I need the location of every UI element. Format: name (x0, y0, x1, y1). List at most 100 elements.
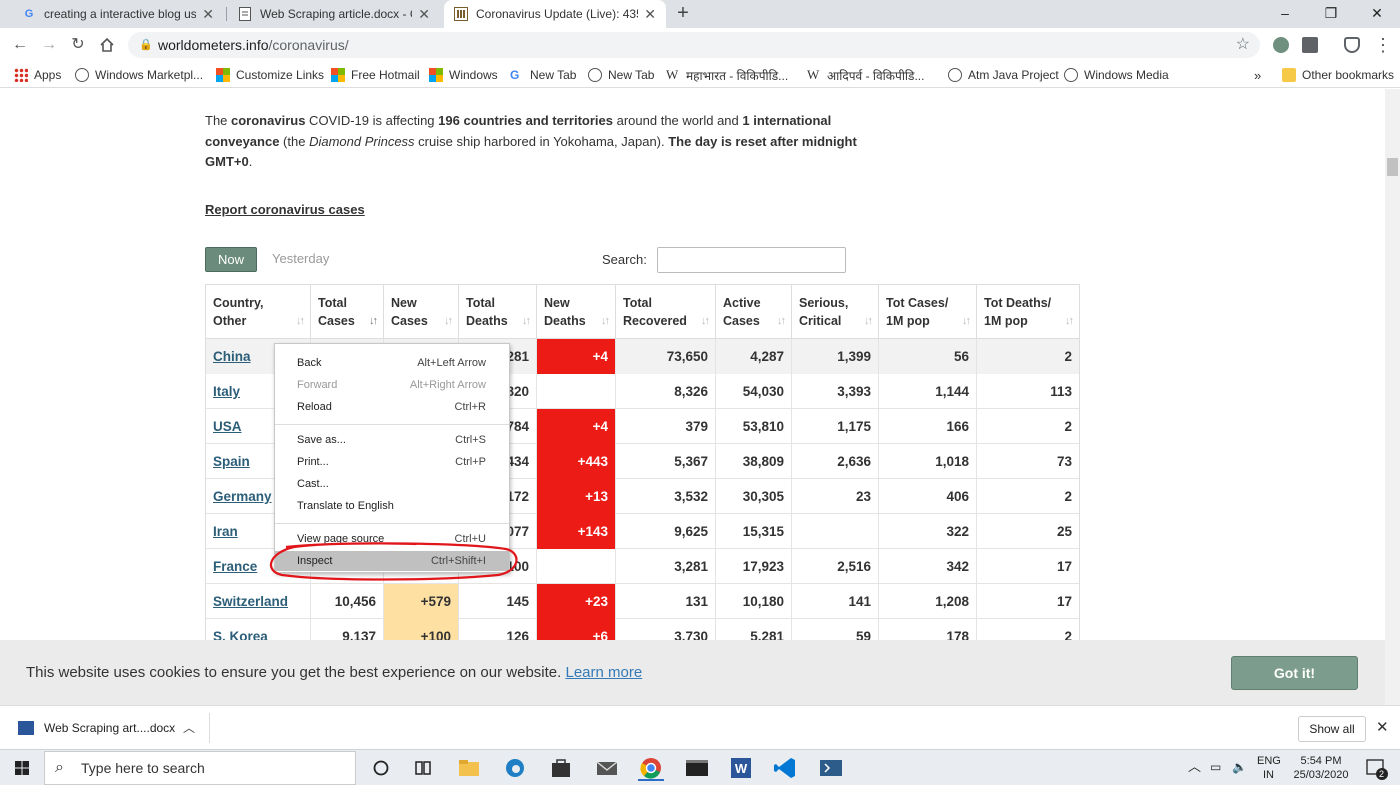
shield-extension-icon[interactable] (1344, 37, 1360, 53)
country-link[interactable]: S. Korea (213, 629, 268, 640)
bookmark-item[interactable]: Atm Java Project (948, 66, 1059, 84)
menu-item-translate-to-english[interactable]: Translate to English (275, 496, 509, 516)
menu-item-print[interactable]: Print... Ctrl+P (275, 452, 509, 472)
now-tab-button[interactable]: Now (205, 247, 257, 272)
tab-blog[interactable]: G creating a interactive blog using ✕ (12, 0, 224, 28)
sort-icon[interactable]: ↓↑ (701, 312, 710, 330)
sort-icon[interactable]: ↓↑ (864, 312, 873, 330)
language-indicator[interactable]: ENG IN (1257, 754, 1281, 782)
page-scrollbar[interactable] (1385, 89, 1400, 705)
yesterday-tab-button[interactable]: Yesterday (272, 251, 329, 266)
cortana-icon[interactable] (368, 755, 394, 781)
menu-item-back[interactable]: Back Alt+Left Arrow (275, 353, 509, 373)
close-tab-icon[interactable]: ✕ (644, 6, 656, 23)
close-window-button[interactable]: ✕ (1354, 0, 1400, 28)
windows-start-icon[interactable] (0, 750, 44, 785)
word-icon[interactable]: W (728, 755, 754, 781)
bookmark-item[interactable]: Windows Media (1064, 66, 1169, 84)
column-header[interactable]: Country, Other ↓↑ (205, 284, 310, 339)
sort-icon[interactable]: ↓↑ (522, 312, 531, 330)
forward-arrow-icon[interactable]: → (38, 34, 60, 56)
mail-icon[interactable] (594, 755, 620, 781)
clock[interactable]: 5:54 PM 25/03/2020 (1290, 754, 1352, 782)
report-cases-link[interactable]: Report coronavirus cases (205, 202, 365, 217)
show-all-button[interactable]: Show all (1298, 716, 1366, 742)
sort-icon[interactable]: ↓↑ (777, 312, 786, 330)
sort-icon[interactable]: ↓↑ (962, 312, 971, 330)
powershell-icon[interactable] (818, 755, 844, 781)
reload-icon[interactable]: ↻ (67, 34, 89, 56)
country-cell[interactable]: Switzerland (205, 584, 310, 619)
bookmark-item[interactable]: New Tab (588, 66, 654, 84)
got-it-button[interactable]: Got it! (1231, 656, 1358, 690)
country-link[interactable]: Switzerland (213, 594, 288, 609)
country-link[interactable]: France (213, 559, 257, 574)
column-header[interactable]: Total Recovered ↓↑ (615, 284, 715, 339)
store-icon[interactable] (548, 755, 574, 781)
tray-overflow-icon[interactable]: ︿ (1188, 760, 1201, 774)
task-view-icon[interactable] (410, 755, 436, 781)
extension-icon[interactable] (1302, 37, 1318, 53)
chevron-up-icon[interactable]: ︿ (183, 713, 195, 743)
column-header[interactable]: Tot Cases/1M pop ↓↑ (878, 284, 976, 339)
bookmark-star-icon[interactable]: ☆ (1236, 32, 1250, 58)
terminal-icon[interactable] (684, 755, 710, 781)
close-tab-icon[interactable]: ✕ (202, 6, 214, 23)
bookmark-apps[interactable]: Apps (14, 66, 61, 84)
country-link[interactable]: Italy (213, 384, 240, 399)
bookmark-item[interactable]: G New Tab (510, 66, 576, 84)
edge-icon[interactable] (502, 755, 528, 781)
menu-item-forward[interactable]: Forward Alt+Right Arrow (275, 375, 509, 395)
menu-item-reload[interactable]: Reload Ctrl+R (275, 397, 509, 417)
back-arrow-icon[interactable]: ← (9, 34, 31, 56)
notification-icon[interactable]: 2 (1362, 754, 1390, 782)
country-link[interactable]: Germany (213, 489, 272, 504)
minimize-button[interactable]: – (1262, 0, 1308, 28)
tab-docs[interactable]: Web Scraping article.docx - Goog ✕ (228, 0, 440, 28)
file-explorer-icon[interactable] (456, 755, 482, 781)
menu-item-view-page-source[interactable]: View page source Ctrl+U (275, 529, 509, 549)
taskbar-search-input[interactable]: ⌕ Type here to search (44, 751, 356, 785)
menu-item-inspect[interactable]: Inspect Ctrl+Shift+I (275, 551, 509, 571)
column-header[interactable]: Total Deaths ↓↑ (458, 284, 536, 339)
close-download-bar-icon[interactable]: ✕ (1376, 718, 1389, 736)
grammarly-extension-icon[interactable] (1273, 37, 1289, 53)
battery-icon[interactable]: ▭ (1210, 760, 1221, 774)
other-bookmarks[interactable]: Other bookmarks (1282, 66, 1394, 84)
country-link[interactable]: Spain (213, 454, 250, 469)
sort-icon[interactable]: ↓↑ (369, 312, 378, 330)
more-menu-icon[interactable]: ⋮ (1372, 34, 1394, 56)
download-item[interactable]: Web Scraping art....docx ︿ (10, 713, 210, 743)
bookmark-item[interactable]: Windows Marketpl... (75, 66, 203, 84)
column-header[interactable]: Tot Deaths/1M pop ↓↑ (976, 284, 1080, 339)
bookmark-item[interactable]: Free Hotmail (331, 66, 420, 84)
column-header[interactable]: Total Cases ↓↑ (310, 284, 383, 339)
learn-more-link[interactable]: Learn more (565, 664, 642, 681)
address-bar[interactable]: 🔒 worldometers.info/coronavirus/ ☆ (128, 32, 1260, 58)
bookmark-item[interactable]: W महाभारत - विकिपीडि... (666, 66, 788, 84)
country-link[interactable]: China (213, 349, 251, 364)
country-cell[interactable]: S. Korea (205, 619, 310, 640)
bookmark-item[interactable]: Windows (429, 66, 498, 84)
column-header[interactable]: New Cases ↓↑ (383, 284, 458, 339)
maximize-button[interactable]: ❐ (1308, 0, 1354, 28)
table-search-input[interactable] (657, 247, 846, 273)
tab-coronavirus[interactable]: Coronavirus Update (Live): 435,3 ✕ (444, 0, 666, 28)
scrollbar-thumb[interactable] (1387, 158, 1398, 176)
column-header[interactable]: Active Cases ↓↑ (715, 284, 791, 339)
home-icon[interactable] (96, 34, 118, 56)
menu-item-cast[interactable]: Cast... (275, 474, 509, 494)
sort-icon[interactable]: ↓↑ (444, 312, 453, 330)
bookmark-item[interactable]: Customize Links (216, 66, 324, 84)
country-link[interactable]: USA (213, 419, 242, 434)
sort-icon[interactable]: ↓↑ (296, 312, 305, 330)
new-tab-button[interactable]: + (672, 2, 694, 24)
speaker-muted-icon[interactable]: 🔈 (1232, 760, 1247, 774)
close-tab-icon[interactable]: ✕ (418, 6, 430, 23)
vscode-icon[interactable] (772, 755, 798, 781)
bookmarks-overflow-button[interactable]: » (1254, 66, 1261, 84)
sort-icon[interactable]: ↓↑ (1065, 312, 1074, 330)
column-header[interactable]: Serious, Critical ↓↑ (791, 284, 878, 339)
sort-icon[interactable]: ↓↑ (601, 312, 610, 330)
bookmark-item[interactable]: W आदिपर्व - विकिपीडि... (807, 66, 924, 84)
